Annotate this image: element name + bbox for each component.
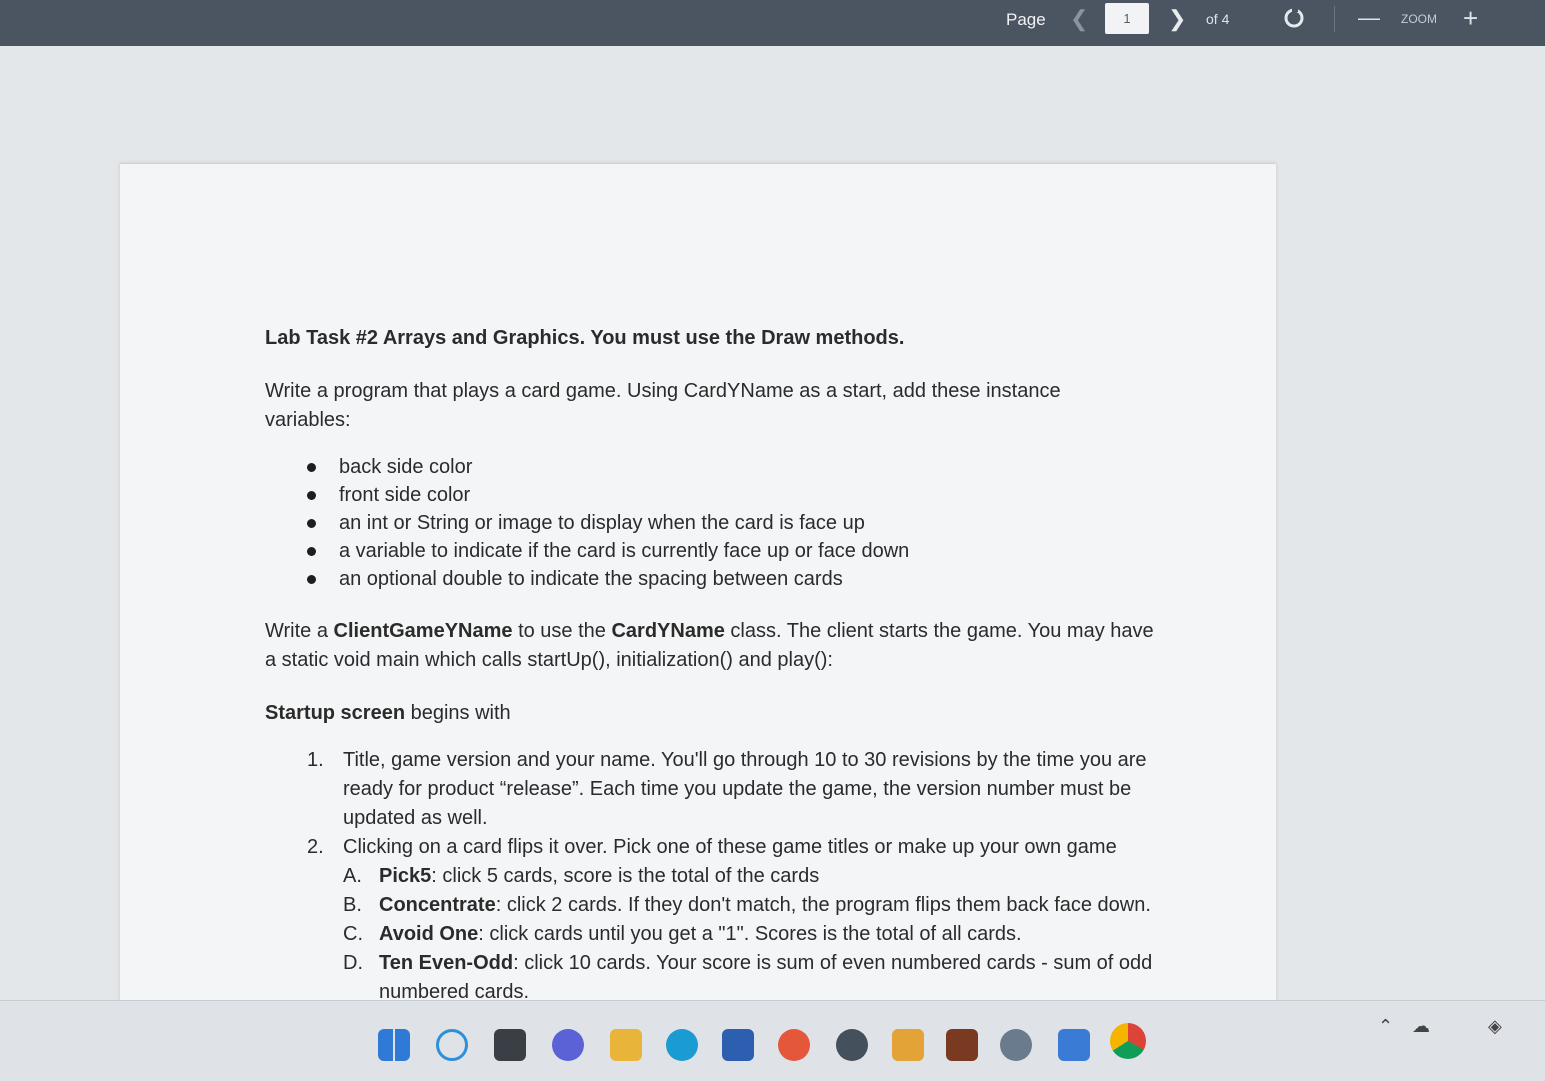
page-label: Page [1006,10,1046,29]
startup-heading: Startup screen begins with [265,702,511,724]
chrome-icon[interactable] [1110,1023,1146,1059]
search-icon[interactable] [436,1029,468,1061]
next-page-icon[interactable]: ❯ [1168,6,1186,32]
firefox-icon[interactable] [778,1029,810,1061]
file-explorer-icon[interactable] [610,1029,642,1061]
task-view-icon[interactable] [494,1029,526,1061]
windows-start-icon[interactable] [378,1029,410,1061]
page-number-input[interactable]: 1 [1105,3,1149,34]
app-icon[interactable] [836,1029,868,1061]
chevron-up-icon[interactable]: ⌃ [1378,1016,1393,1037]
list-item: B. Concentrate: click 2 cards. If they do… [343,894,1151,916]
zoom-out-icon[interactable]: — [1358,5,1380,31]
snipping-icon[interactable] [892,1029,924,1061]
taskbar: ⌃ ☁ ◈ [0,1000,1545,1081]
instance-variables-list: back side color front side color an int … [265,453,1165,593]
meet-icon[interactable] [552,1029,584,1061]
list-item: 2. Clicking on a card flips it over. Pic… [265,833,1163,1007]
page-count: of 4 [1206,11,1230,27]
list-item: an int or String or image to display whe… [265,509,1165,537]
list-item: D. Ten Even-Odd: click 10 cards. Your sco… [343,952,1153,1003]
game-options-list: A. Pick5: click 5 cards, score is the tot… [343,862,1163,1007]
intro-paragraph: Write a program that plays a card game. … [265,380,1061,431]
list-item: back side color [265,453,1165,481]
network-icon[interactable]: ◈ [1488,1016,1502,1037]
paint-icon[interactable] [1058,1029,1090,1061]
pdf-toolbar: Page ❮ 1 ❯ of 4 — ZOOM + [0,0,1545,46]
rotate-icon[interactable] [1282,5,1306,29]
prev-page-icon[interactable]: ❮ [1070,6,1088,32]
edge-icon[interactable] [666,1029,698,1061]
list-item: a variable to indicate if the card is cu… [265,537,1165,565]
onedrive-icon[interactable]: ☁ [1412,1016,1430,1037]
list-item: front side color [265,481,1165,509]
zoom-label: ZOOM [1401,12,1437,26]
list-item: 1. Title, game version and your name. Yo… [307,749,1147,829]
list-item: an optional double to indicate the spaci… [265,565,1165,593]
list-item: C. Avoid One: click cards until you get a… [343,923,1022,945]
list-item: A. Pick5: click 5 cards, score is the tot… [343,865,820,887]
startup-steps-list: 1. Title, game version and your name. Yo… [265,746,1165,1007]
settings-icon[interactable] [1000,1029,1032,1061]
document-title: Lab Task #2 Arrays and Graphics. You mus… [265,327,905,349]
image-app-icon[interactable] [946,1029,978,1061]
client-paragraph: Write a ClientGameYName to use the CardY… [265,620,1154,671]
zoom-in-icon[interactable]: + [1463,3,1478,34]
document-content: Lab Task #2 Arrays and Graphics. You mus… [265,324,1165,1007]
store-icon[interactable] [722,1029,754,1061]
toolbar-divider [1334,6,1335,32]
document-page: Lab Task #2 Arrays and Graphics. You mus… [120,163,1276,1064]
